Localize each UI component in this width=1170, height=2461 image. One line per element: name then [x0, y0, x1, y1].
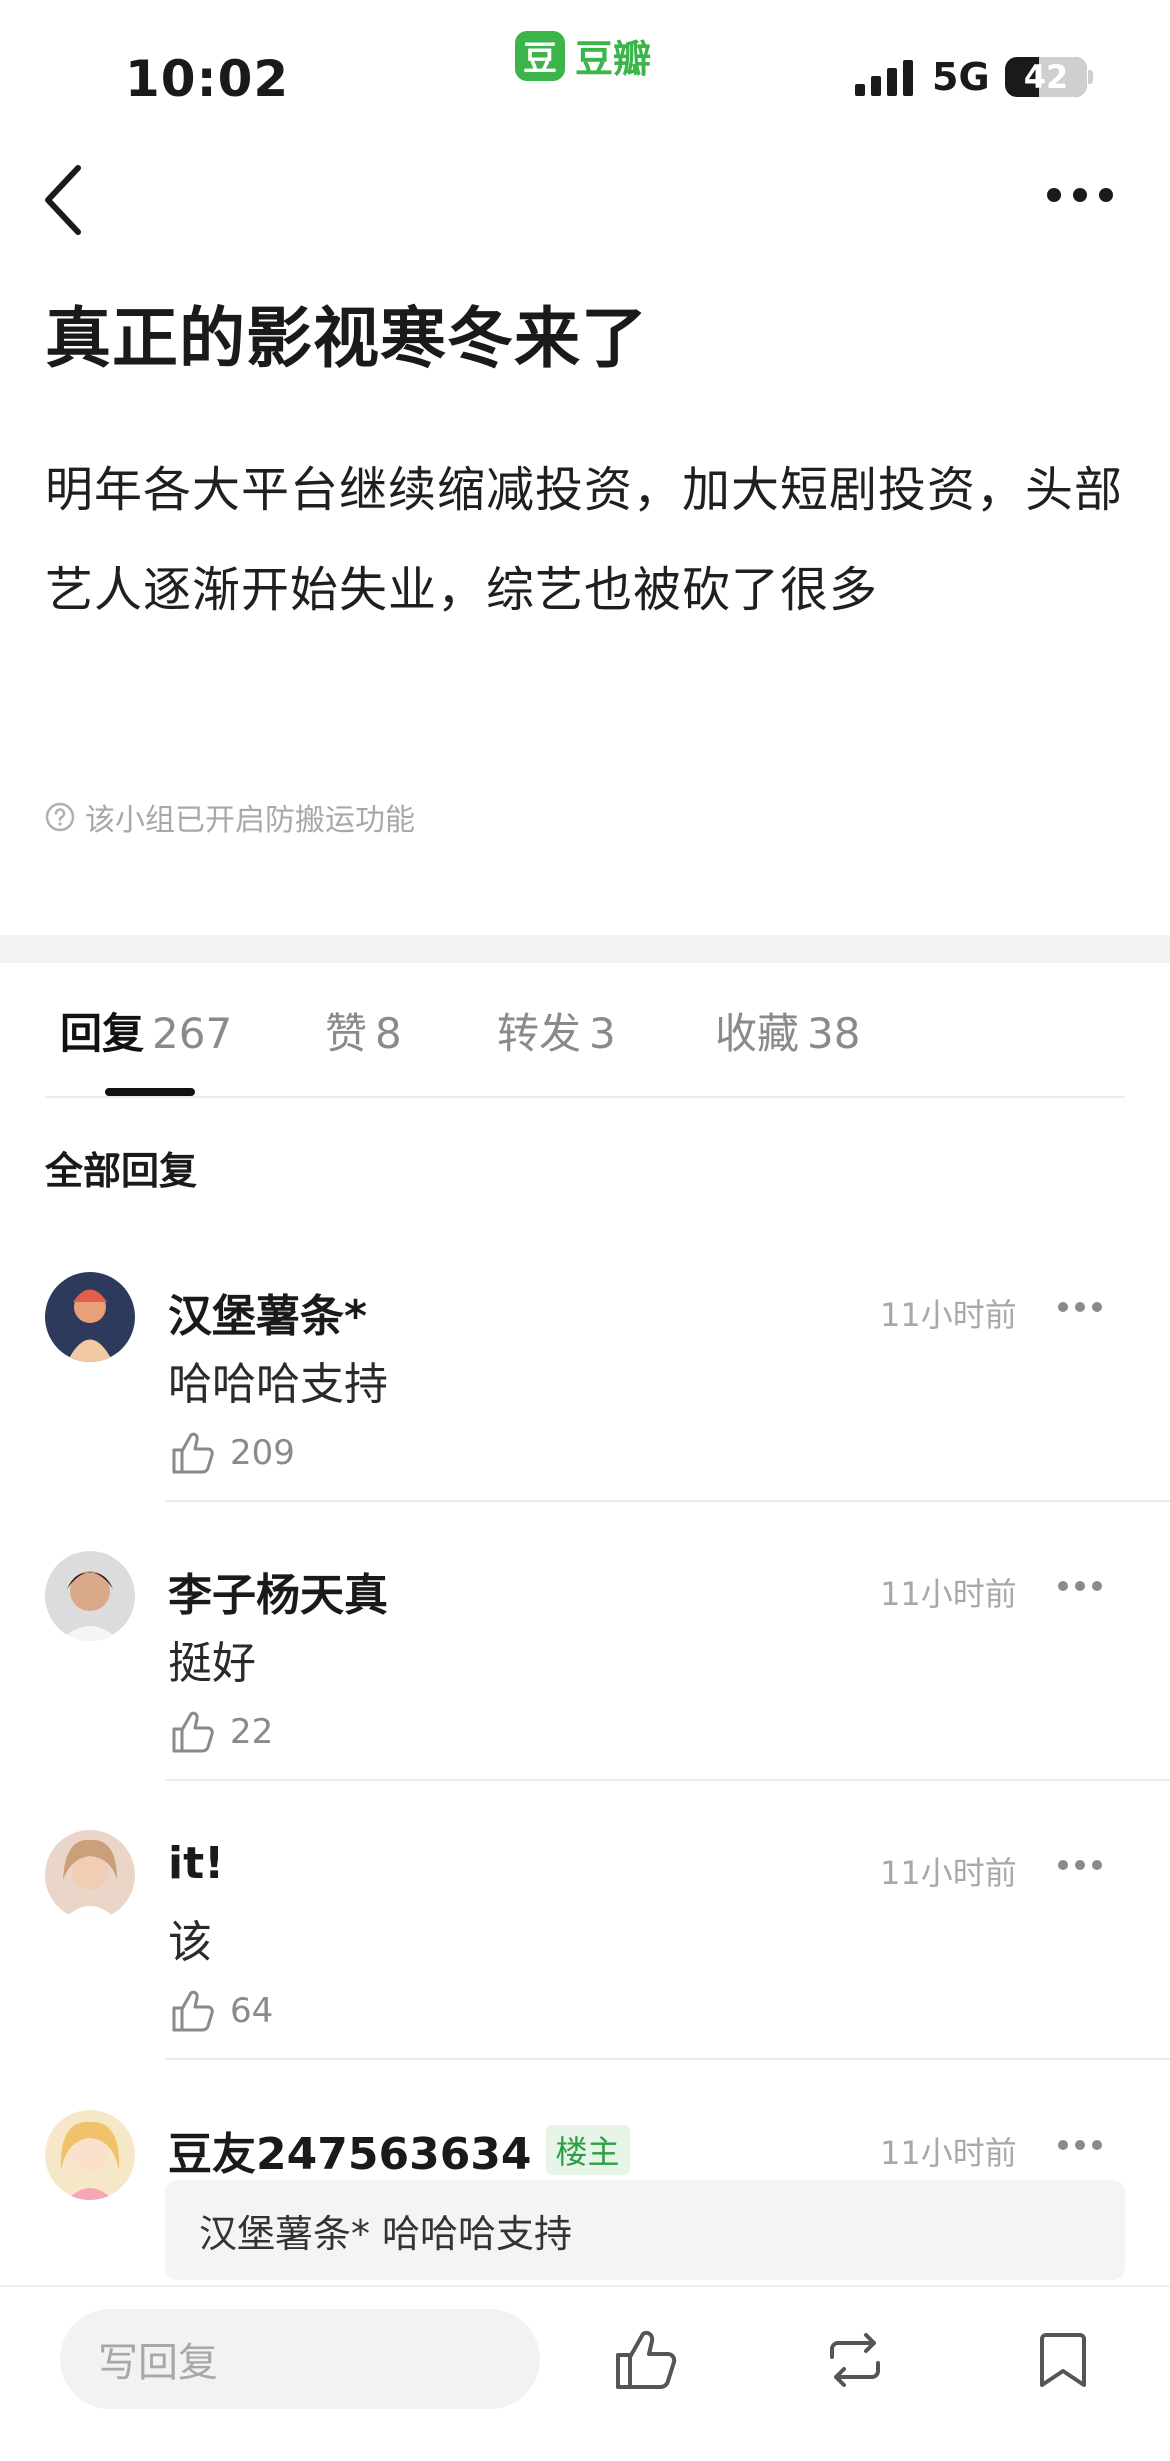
comment-author[interactable]: 豆友247563634 楼主	[168, 2118, 630, 2182]
section-divider	[0, 935, 1170, 963]
app-name: 豆瓣	[575, 37, 652, 81]
battery-icon: 42	[1005, 57, 1087, 97]
avatar[interactable]	[45, 1551, 135, 1641]
like-count: 209	[230, 1433, 295, 1473]
tabs-divider	[45, 1096, 1125, 1098]
comment-text: 挺好	[168, 1638, 256, 1689]
comment-divider	[165, 1500, 1170, 1502]
comment-more-icon[interactable]	[1055, 1850, 1105, 1880]
comment-more-icon[interactable]	[1055, 1292, 1105, 1322]
quoted-text: 哈哈哈支持	[382, 2211, 573, 2256]
thumbs-up-icon	[172, 1432, 214, 1474]
back-button[interactable]	[40, 160, 90, 240]
tab-label: 收藏	[715, 1009, 800, 1058]
quoted-author: 汉堡薯条*	[199, 2211, 371, 2256]
active-tab-indicator	[105, 1088, 195, 1096]
avatar[interactable]	[45, 1272, 135, 1362]
op-badge: 楼主	[545, 2125, 630, 2175]
status-bar: 10:02 豆 豆瓣 5G 42	[0, 0, 1170, 140]
tab-label: 转发	[497, 1009, 582, 1058]
comment-time: 11小时前	[880, 1296, 1017, 1334]
avatar[interactable]	[45, 1830, 135, 1920]
comment-item: 李子杨天真 11小时前 挺好 22	[0, 1551, 1170, 1831]
tab-replies[interactable]: 回复 267	[60, 1000, 232, 1061]
comment-time: 11小时前	[880, 1575, 1017, 1613]
signal-strength-icon	[855, 60, 913, 96]
comment-author[interactable]: 汉堡薯条*	[168, 1280, 367, 1344]
app-brand: 豆 豆瓣	[515, 28, 651, 83]
comment-text: 哈哈哈支持	[168, 1359, 388, 1410]
tab-count: 3	[589, 1009, 616, 1058]
comment-like-button[interactable]: 22	[170, 1709, 273, 1755]
comment-time: 11小时前	[880, 1854, 1017, 1892]
comment-divider	[165, 1779, 1170, 1781]
bottom-action-bar: 写回复	[0, 2285, 1170, 2461]
battery-level: 42	[1023, 58, 1069, 96]
tab-reposts[interactable]: 转发 3	[497, 1000, 616, 1061]
like-count: 64	[230, 1991, 274, 2031]
status-time: 10:02	[125, 50, 290, 108]
post-body: 明年各大平台继续缩减投资，加大短剧投资，头部艺人逐渐开始失业，综艺也被砍了很多	[45, 462, 1124, 618]
tab-label: 赞	[325, 1009, 368, 1058]
comment-text: 该	[168, 1917, 212, 1968]
tab-label: 回复	[60, 1009, 145, 1058]
thumbs-up-icon	[172, 1990, 214, 2032]
more-options-button[interactable]	[1040, 170, 1120, 220]
thumbs-up-icon	[172, 1711, 214, 1753]
comment-divider	[165, 2058, 1170, 2060]
question-circle-icon	[45, 802, 75, 832]
comment-like-button[interactable]: 64	[170, 1988, 273, 2034]
comment-time: 11小时前	[880, 2134, 1017, 2172]
thumbs-up-icon[interactable]	[612, 2327, 678, 2393]
comment-author[interactable]: 李子杨天真	[168, 1559, 388, 1623]
tab-count: 8	[375, 1009, 402, 1058]
like-count: 22	[230, 1712, 274, 1752]
network-type: 5G	[932, 55, 990, 99]
repost-icon[interactable]	[822, 2327, 888, 2393]
comment-more-icon[interactable]	[1055, 1571, 1105, 1601]
notice-text: 该小组已开启防搬运功能	[85, 803, 415, 838]
tab-likes[interactable]: 赞8	[325, 1000, 402, 1061]
douban-logo-icon: 豆	[515, 30, 565, 81]
comment-item: it! 11小时前 该 64	[0, 1830, 1170, 2110]
bookmark-icon[interactable]	[1030, 2327, 1096, 2393]
avatar[interactable]	[45, 2110, 135, 2200]
post-title: 真正的影视寒冬来了	[45, 300, 648, 377]
anti-repost-notice: 该小组已开启防搬运功能	[45, 795, 415, 839]
tab-count: 38	[807, 1009, 861, 1058]
comment-more-icon[interactable]	[1055, 2130, 1105, 2160]
tab-favorites[interactable]: 收藏 38	[715, 1000, 860, 1061]
comment-item: 汉堡薯条* 11小时前 哈哈哈支持 209	[0, 1272, 1170, 1552]
comment-author[interactable]: it!	[168, 1838, 224, 1889]
battery-nub	[1088, 70, 1093, 84]
tab-count: 267	[152, 1009, 233, 1058]
all-replies-heading: 全部回复	[45, 1149, 198, 1193]
reply-input[interactable]: 写回复	[60, 2309, 540, 2409]
comment-like-button[interactable]: 209	[170, 1430, 295, 1476]
quoted-reply[interactable]: 汉堡薯条* 哈哈哈支持	[165, 2180, 1125, 2280]
